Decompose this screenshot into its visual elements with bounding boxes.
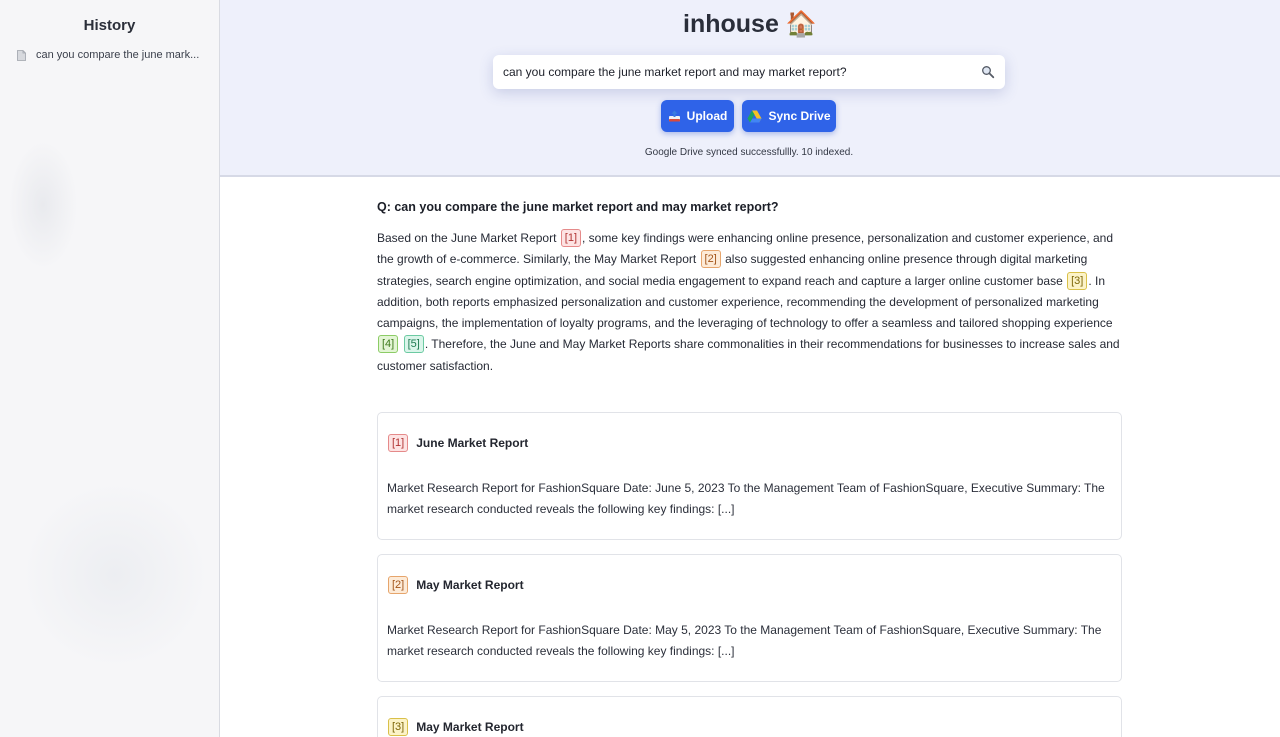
- upload-label: Upload: [686, 109, 728, 123]
- main-panel: inhouse 🏠 Upload: [220, 0, 1280, 737]
- sidebar-decoration: [8, 140, 78, 270]
- sync-drive-button[interactable]: Sync Drive: [742, 100, 836, 132]
- citation-badge: [2]: [388, 576, 409, 594]
- citation-badge: [3]: [388, 718, 409, 736]
- source-card[interactable]: [2] May Market Report Market Research Re…: [377, 554, 1122, 682]
- upload-icon: [668, 110, 680, 122]
- google-drive-icon: [747, 110, 762, 122]
- answer-text: Based on the June Market Report [1], som…: [377, 228, 1123, 377]
- citation-badge: [1]: [388, 434, 409, 452]
- answer-fragment: [399, 337, 402, 351]
- answer-fragment: Based on the June Market Report: [377, 231, 560, 245]
- source-card[interactable]: [3] May Market Report: [377, 696, 1122, 737]
- citation-badge[interactable]: [3]: [1067, 271, 1088, 290]
- citation-badge[interactable]: [2]: [700, 250, 721, 269]
- app-title: inhouse 🏠: [683, 10, 817, 38]
- answer-section: Q: can you compare the june market repor…: [377, 200, 1123, 377]
- source-snippet: Market Research Report for FashionSquare…: [387, 481, 1105, 517]
- app-root: History can you compare the june mark...…: [0, 0, 1280, 737]
- source-card-header: [1] June Market Report: [387, 433, 1112, 453]
- sync-drive-label: Sync Drive: [768, 109, 831, 123]
- header: inhouse 🏠 Upload: [220, 0, 1280, 177]
- document-icon: [17, 49, 26, 61]
- source-title: June Market Report: [416, 436, 529, 450]
- upload-button[interactable]: Upload: [661, 100, 734, 132]
- source-card[interactable]: [1] June Market Report Market Research R…: [377, 412, 1122, 540]
- source-card-header: [3] May Market Report: [387, 717, 1112, 737]
- source-card-header: [2] May Market Report: [387, 575, 1112, 595]
- sidebar-title: History: [83, 17, 136, 34]
- sidebar-decoration: [20, 480, 210, 670]
- answer-fragment: . Therefore, the June and May Market Rep…: [377, 337, 1120, 373]
- search-bar: [493, 55, 1005, 89]
- sidebar: History can you compare the june mark...: [0, 0, 220, 737]
- citation-badge[interactable]: [4]: [378, 335, 399, 354]
- history-item-label: can you compare the june mark...: [36, 49, 200, 61]
- citation-badge[interactable]: [5]: [403, 335, 424, 354]
- question-text: Q: can you compare the june market repor…: [377, 200, 779, 214]
- citation-badge[interactable]: [1]: [560, 229, 582, 247]
- source-title: May Market Report: [416, 578, 524, 592]
- search-input[interactable]: [503, 65, 981, 79]
- source-title: May Market Report: [416, 720, 524, 734]
- source-snippet: Market Research Report for FashionSquare…: [387, 623, 1102, 659]
- sync-status-text: Google Drive synced successfullly. 10 in…: [644, 147, 854, 158]
- history-item[interactable]: can you compare the june mark...: [0, 46, 219, 64]
- search-icon[interactable]: [981, 65, 995, 79]
